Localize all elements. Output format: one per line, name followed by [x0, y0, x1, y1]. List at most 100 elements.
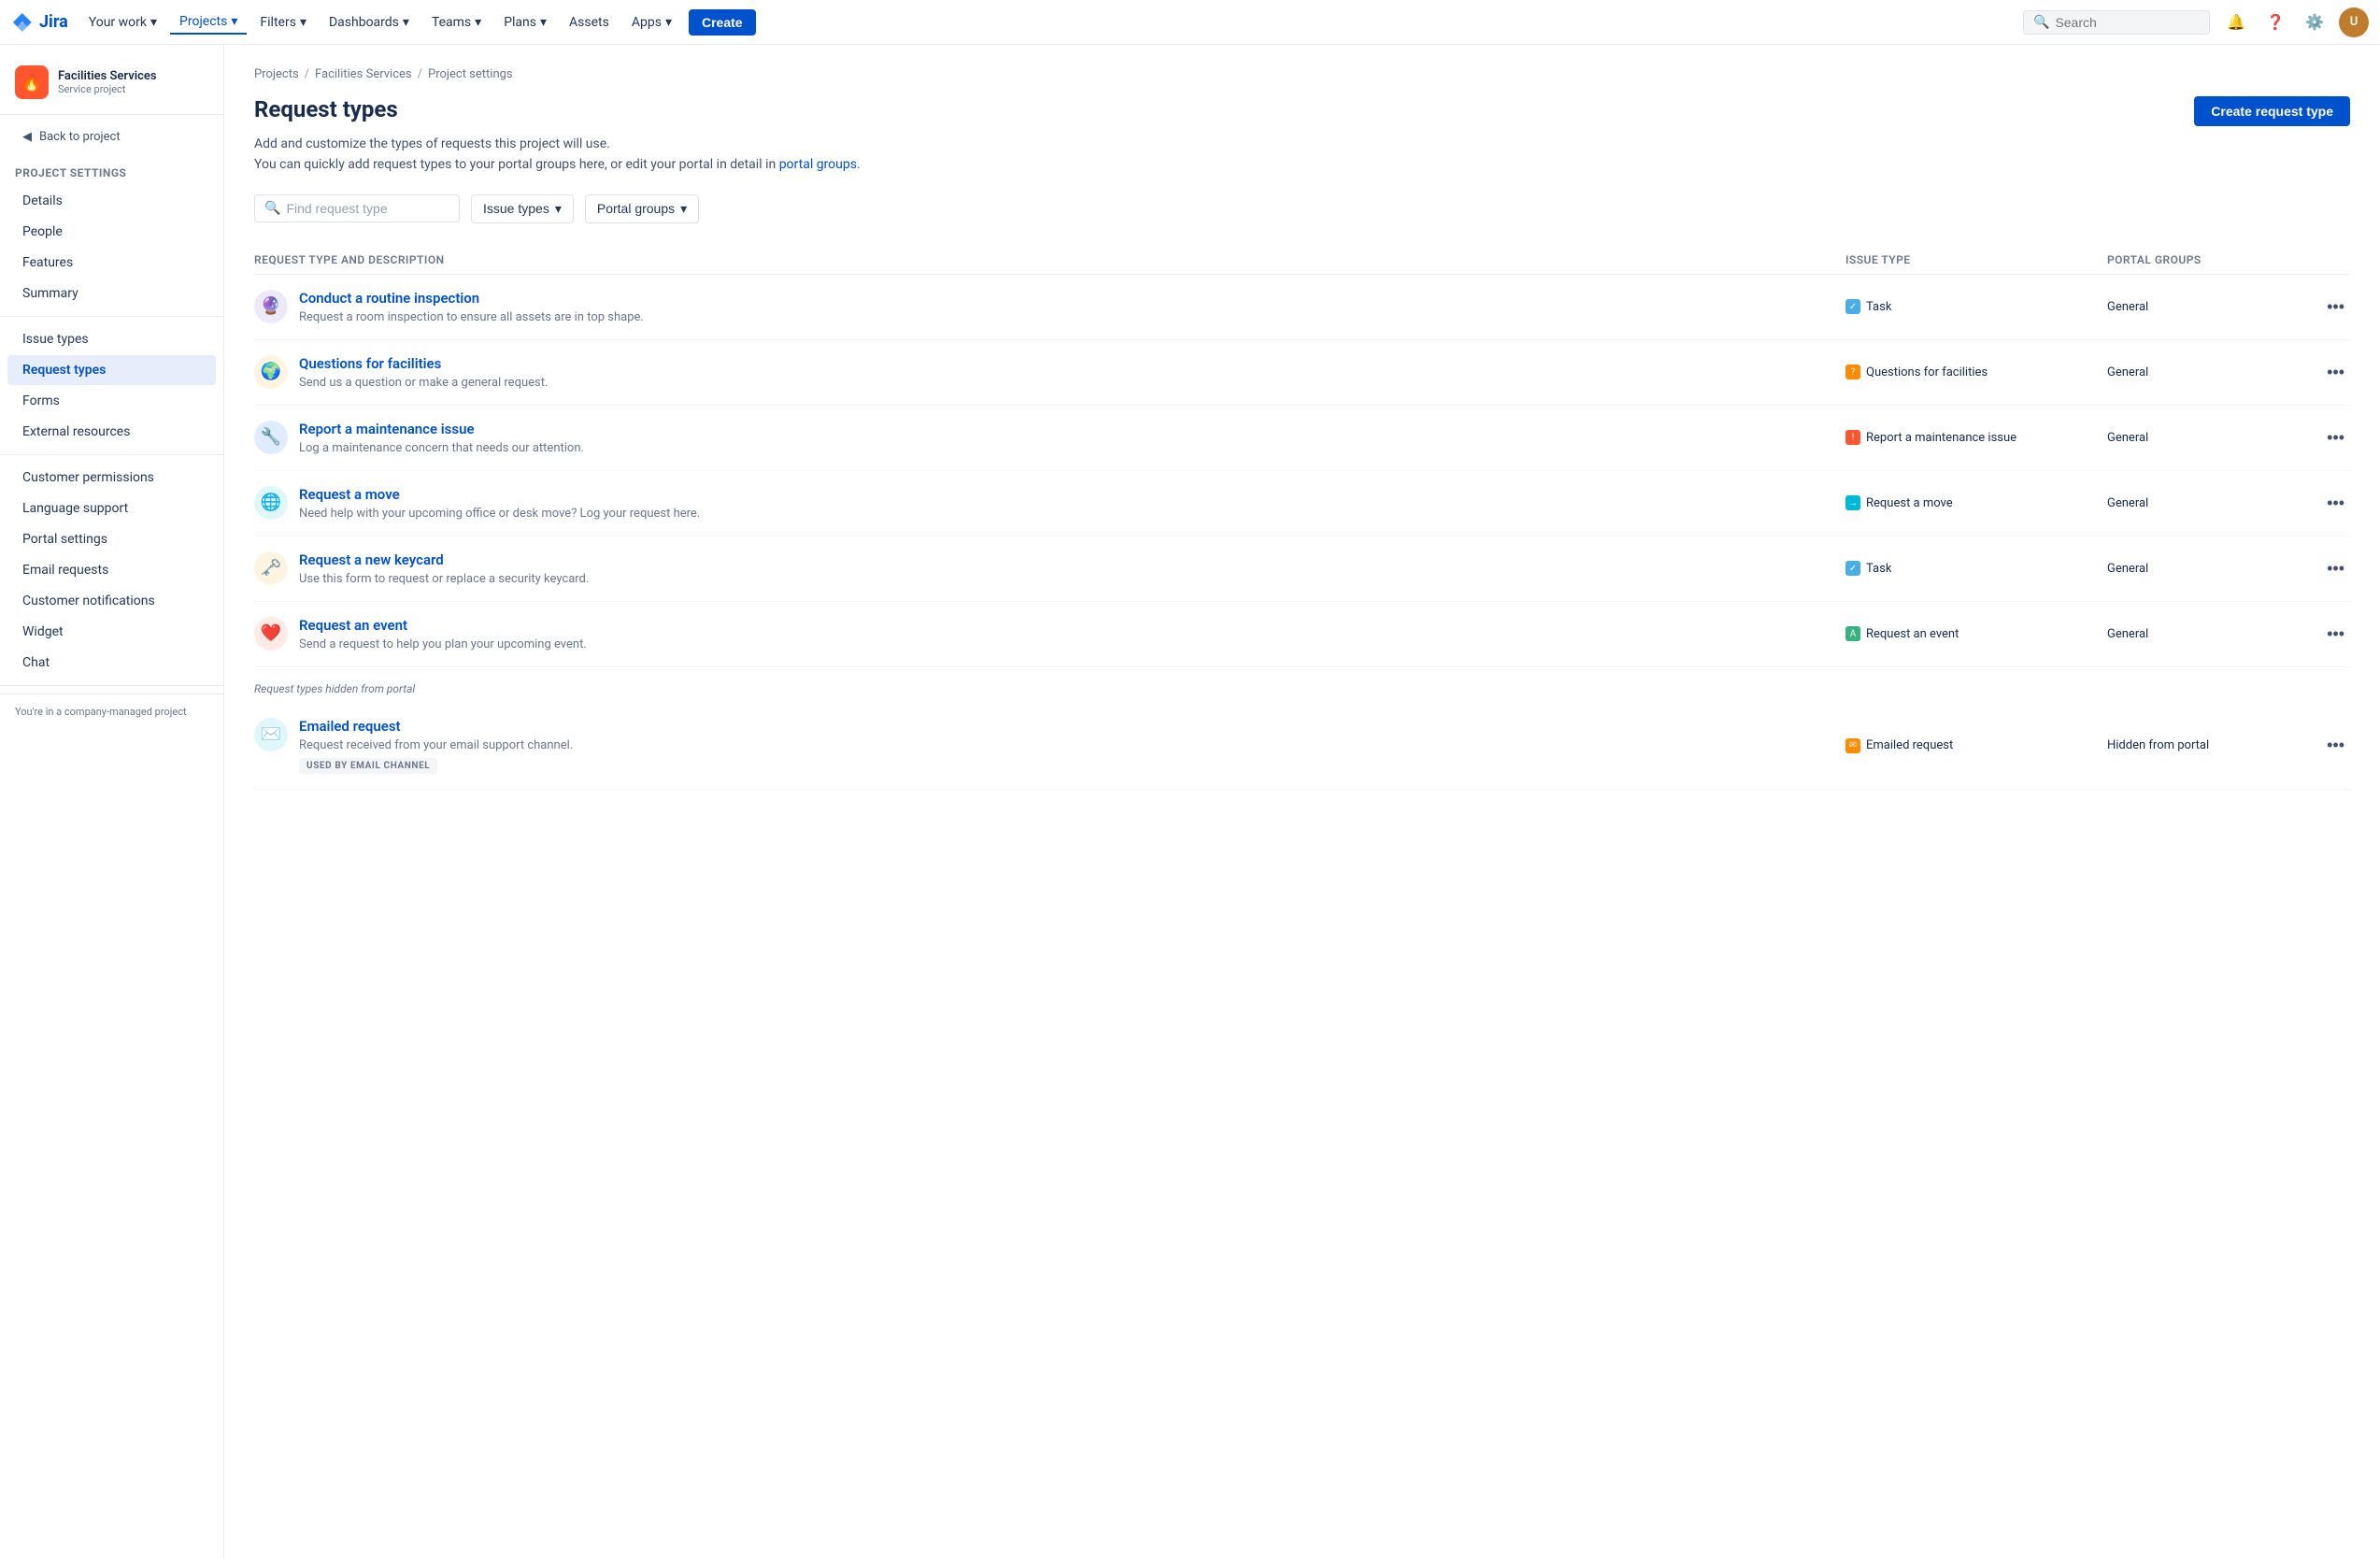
request-name[interactable]: Report a maintenance issue — [299, 421, 584, 437]
sidebar-item-request-types[interactable]: Request types — [7, 355, 216, 385]
table-row[interactable]: 🔧 Report a maintenance issue Log a maint… — [254, 406, 2350, 471]
request-name[interactable]: Request a new keycard — [299, 551, 589, 568]
request-info: ✉️ Emailed request Request received from… — [254, 718, 1846, 774]
issue-type: ✓ Task — [1846, 299, 2107, 314]
breadcrumb-current: Project settings — [428, 67, 513, 81]
portal-groups-link[interactable]: portal groups — [779, 157, 857, 172]
project-subtitle: Service project — [58, 83, 157, 95]
row-menu-button[interactable]: ••• — [2321, 555, 2350, 582]
portal-group: General — [2107, 562, 2294, 576]
back-icon: ◀ — [22, 130, 32, 144]
portal-group: General — [2107, 496, 2294, 510]
create-button[interactable]: Create — [689, 9, 756, 36]
sidebar-item-email-requests[interactable]: Email requests — [7, 555, 216, 585]
issue-type-label: Request a move — [1866, 496, 1953, 510]
sidebar-item-customer-permissions[interactable]: Customer permissions — [7, 463, 216, 493]
request-text: Emailed request Request received from yo… — [299, 718, 573, 774]
breadcrumb-facilities[interactable]: Facilities Services — [315, 67, 412, 81]
row-menu-button[interactable]: ••• — [2321, 621, 2350, 648]
back-to-project[interactable]: ◀ Back to project — [7, 122, 216, 151]
search-input[interactable] — [2055, 15, 2186, 30]
chevron-down-icon: ▾ — [555, 201, 562, 217]
portal-group: General — [2107, 300, 2294, 314]
request-name[interactable]: Questions for facilities — [299, 355, 548, 372]
hidden-request-types-list: ✉️ Emailed request Request received from… — [254, 703, 2350, 790]
avatar[interactable]: U — [2339, 7, 2369, 37]
request-icon: ✉️ — [254, 718, 288, 751]
row-actions: ••• — [2294, 621, 2350, 648]
page-description: Add and customize the types of requests … — [254, 134, 861, 176]
sidebar-item-features[interactable]: Features — [7, 248, 216, 278]
request-name[interactable]: Request a move — [299, 486, 700, 503]
row-menu-button[interactable]: ••• — [2321, 359, 2350, 386]
jira-logo[interactable]: Jira — [11, 11, 68, 34]
request-info: ❤️ Request an event Send a request to he… — [254, 617, 1846, 651]
breadcrumb-projects[interactable]: Projects — [254, 67, 299, 81]
row-menu-button[interactable]: ••• — [2321, 424, 2350, 451]
sidebar-item-customer-notifications[interactable]: Customer notifications — [7, 586, 216, 616]
filters-menu[interactable]: Filters ▾ — [250, 11, 316, 34]
main-content: Projects / Facilities Services / Project… — [224, 45, 2380, 1559]
issue-types-filter[interactable]: Issue types ▾ — [471, 194, 574, 223]
table-row[interactable]: 🌐 Request a move Need help with your upc… — [254, 471, 2350, 536]
used-badge: USED BY EMAIL CHANNEL — [299, 758, 437, 774]
table-row[interactable]: ✉️ Emailed request Request received from… — [254, 703, 2350, 790]
table-row[interactable]: ❤️ Request an event Send a request to he… — [254, 602, 2350, 667]
portal-groups-filter[interactable]: Portal groups ▾ — [585, 194, 699, 223]
row-menu-button[interactable]: ••• — [2321, 490, 2350, 517]
sidebar-item-widget[interactable]: Widget — [7, 617, 216, 647]
projects-menu[interactable]: Projects ▾ — [170, 10, 247, 35]
table-row[interactable]: 🌍 Questions for facilities Send us a que… — [254, 340, 2350, 406]
request-name[interactable]: Request an event — [299, 617, 587, 634]
sidebar-divider — [0, 685, 223, 686]
issue-type-label: Task — [1866, 300, 1891, 314]
filters-row: 🔍 Issue types ▾ Portal groups ▾ — [254, 194, 2350, 223]
request-name[interactable]: Conduct a routine inspection — [299, 290, 644, 307]
apps-menu[interactable]: Apps ▾ — [622, 11, 681, 34]
assets-menu[interactable]: Assets — [560, 11, 619, 34]
notifications-button[interactable]: 🔔 — [2221, 7, 2251, 37]
page-header-left: Request types Add and customize the type… — [254, 96, 861, 176]
settings-button[interactable]: ⚙️ — [2300, 7, 2330, 37]
row-menu-button[interactable]: ••• — [2321, 732, 2350, 759]
teams-menu[interactable]: Teams ▾ — [422, 11, 491, 34]
sidebar-item-issue-types[interactable]: Issue types — [7, 324, 216, 354]
portal-group: Hidden from portal — [2107, 738, 2294, 752]
issue-type: ✓ Task — [1846, 561, 2107, 576]
request-info: 🔮 Conduct a routine inspection Request a… — [254, 290, 1846, 324]
col-actions — [2294, 253, 2350, 266]
request-desc: Send us a question or make a general req… — [299, 376, 548, 390]
request-text: Request a move Need help with your upcom… — [299, 486, 700, 521]
request-name[interactable]: Emailed request — [299, 718, 573, 735]
find-request-type-input[interactable] — [286, 201, 445, 216]
sidebar-item-people[interactable]: People — [7, 217, 216, 247]
issue-type-icon: ✓ — [1846, 561, 1860, 576]
sidebar-item-details[interactable]: Details — [7, 186, 216, 216]
page-title: Request types — [254, 96, 861, 122]
help-button[interactable]: ❓ — [2260, 7, 2290, 37]
sidebar-item-language-support[interactable]: Language support — [7, 493, 216, 523]
portal-group: General — [2107, 627, 2294, 641]
col-portal-groups: Portal groups — [2107, 253, 2294, 266]
issue-type: A Request an event — [1846, 626, 2107, 641]
row-menu-button[interactable]: ••• — [2321, 293, 2350, 321]
your-work-menu[interactable]: Your work ▾ — [79, 11, 166, 34]
sidebar-item-external-resources[interactable]: External resources — [7, 417, 216, 447]
sidebar-item-summary[interactable]: Summary — [7, 279, 216, 308]
dashboards-menu[interactable]: Dashboards ▾ — [320, 11, 419, 34]
issue-type-icon: ? — [1846, 365, 1860, 379]
table-row[interactable]: 🔮 Conduct a routine inspection Request a… — [254, 275, 2350, 340]
request-type-search-box[interactable]: 🔍 — [254, 194, 460, 222]
request-desc: Log a maintenance concern that needs our… — [299, 441, 584, 455]
plans-menu[interactable]: Plans ▾ — [494, 11, 556, 34]
request-text: Request a new keycard Use this form to r… — [299, 551, 589, 586]
sidebar-item-forms[interactable]: Forms — [7, 386, 216, 416]
sidebar-item-chat[interactable]: Chat — [7, 648, 216, 678]
layout: 🔥 Facilities Services Service project ◀ … — [0, 45, 2380, 1559]
table-row[interactable]: 🗝️ Request a new keycard Use this form t… — [254, 536, 2350, 602]
create-request-type-button[interactable]: Create request type — [2194, 96, 2350, 126]
search-box[interactable]: 🔍 — [2023, 10, 2210, 35]
page-header: Request types Add and customize the type… — [254, 96, 2350, 176]
project-info: Facilities Services Service project — [58, 69, 157, 95]
sidebar-item-portal-settings[interactable]: Portal settings — [7, 524, 216, 554]
